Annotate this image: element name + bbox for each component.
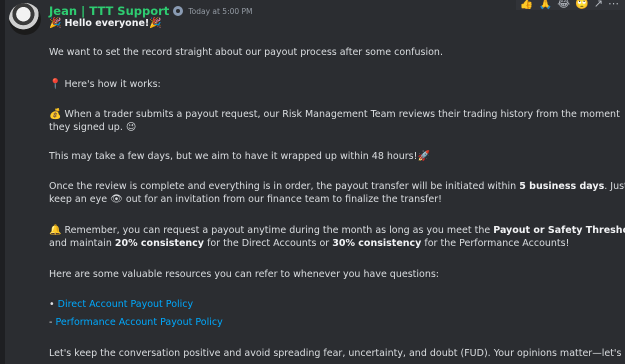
threshold-line-1: 🔔 Remember, you can request a payout any… (49, 224, 625, 237)
reaction-bar: 👍 🙏 😂 🙄 ↗ ⋯ (515, 0, 625, 10)
message-timestamp: Today at 5:00 PM (188, 6, 253, 16)
transfer-text-c2: out for an invitation from our finance t… (125, 194, 442, 205)
transfer-line-1: Once the review is complete and everythi… (49, 180, 625, 193)
avatar[interactable] (9, 3, 41, 35)
resource-link-item: • Direct Account Payout Policy (49, 298, 193, 311)
eye-roll-reaction-icon[interactable]: 🙄 (575, 0, 589, 9)
payout-threshold-text: Payout or Safety Threshold (493, 225, 625, 236)
eye-icon: 👁 (110, 194, 123, 205)
author-name[interactable]: Jean | TTT Support (49, 4, 169, 18)
wink-icon: 😉 (125, 122, 137, 133)
review-text-a: When a trader submits a payout request, … (64, 109, 620, 120)
threshold-line-2: and maintain 20% consistency for the Dir… (49, 237, 569, 250)
pray-reaction-icon[interactable]: 🙏 (539, 0, 553, 9)
threshold-text-b: and maintain (49, 238, 112, 249)
transfer-line-2: keep an eye 👁 out for an invitation from… (49, 193, 442, 206)
party-popper-icon: 🎉 (49, 18, 62, 29)
resource-link-item: - Performance Account Payout Policy (49, 316, 223, 329)
message-header: Jean | TTT Support Today at 5:00 PM (49, 4, 253, 18)
chat-window: Jean | TTT Support Today at 5:00 PM 👍 🙏 … (0, 0, 625, 364)
transfer-text-a: Once the review is complete and everythi… (49, 181, 517, 192)
chat-message: Jean | TTT Support Today at 5:00 PM 👍 🙏 … (0, 0, 625, 364)
direct-consistency-text: 20% consistency (114, 238, 204, 249)
greeting-text: Hello everyone! (64, 18, 150, 29)
how-text: Here's how it works: (64, 79, 161, 90)
how-line: 📍 Here's how it works: (49, 78, 161, 91)
review-line-1: 💰 When a trader submits a payout request… (49, 108, 620, 121)
performance-consistency-text: 30% consistency (332, 238, 422, 249)
closing-text: Let's keep the conversation positive and… (49, 348, 622, 359)
dash: - (49, 317, 53, 328)
timing-line: This may take a few days, but we aim to … (49, 150, 430, 163)
resources-text: Here are some valuable resources you can… (49, 269, 439, 280)
direct-account-policy-link[interactable]: Direct Account Payout Policy (58, 299, 194, 310)
threshold-text-d: for the Performance Accounts! (424, 238, 570, 249)
party-popper-icon: 🎉 (149, 18, 162, 29)
transfer-text-b: . Just (604, 181, 625, 192)
thumbs-up-reaction-icon[interactable]: 👍 (520, 0, 534, 9)
laughing-reaction-icon[interactable]: 😂 (557, 0, 570, 9)
intro-text: We want to set the record straight about… (49, 47, 443, 58)
transfer-text-c1: keep an eye (49, 194, 108, 205)
threshold-text-c: for the Direct Accounts or (207, 238, 330, 249)
more-options-icon[interactable]: ⋯ (608, 0, 619, 9)
bullet: • (49, 299, 55, 310)
share-icon[interactable]: ↗ (594, 0, 603, 9)
threshold-text-a: Remember, you can request a payout anyti… (64, 225, 491, 236)
bell-icon: 🔔 (49, 225, 62, 236)
greeting-line: 🎉 Hello everyone!🎉 (49, 17, 162, 30)
review-text-b: they signed up. (49, 122, 123, 133)
money-bag-icon: 💰 (49, 109, 62, 120)
rocket-icon: 🚀 (417, 151, 430, 162)
review-line-2: they signed up. 😉 (49, 121, 136, 134)
performance-account-policy-link[interactable]: Performance Account Payout Policy (55, 317, 222, 328)
verified-badge-icon (173, 6, 184, 16)
timing-text: This may take a few days, but we aim to … (49, 151, 418, 162)
business-days-text: 5 business days (519, 181, 605, 192)
pin-icon: 📍 (49, 79, 62, 90)
